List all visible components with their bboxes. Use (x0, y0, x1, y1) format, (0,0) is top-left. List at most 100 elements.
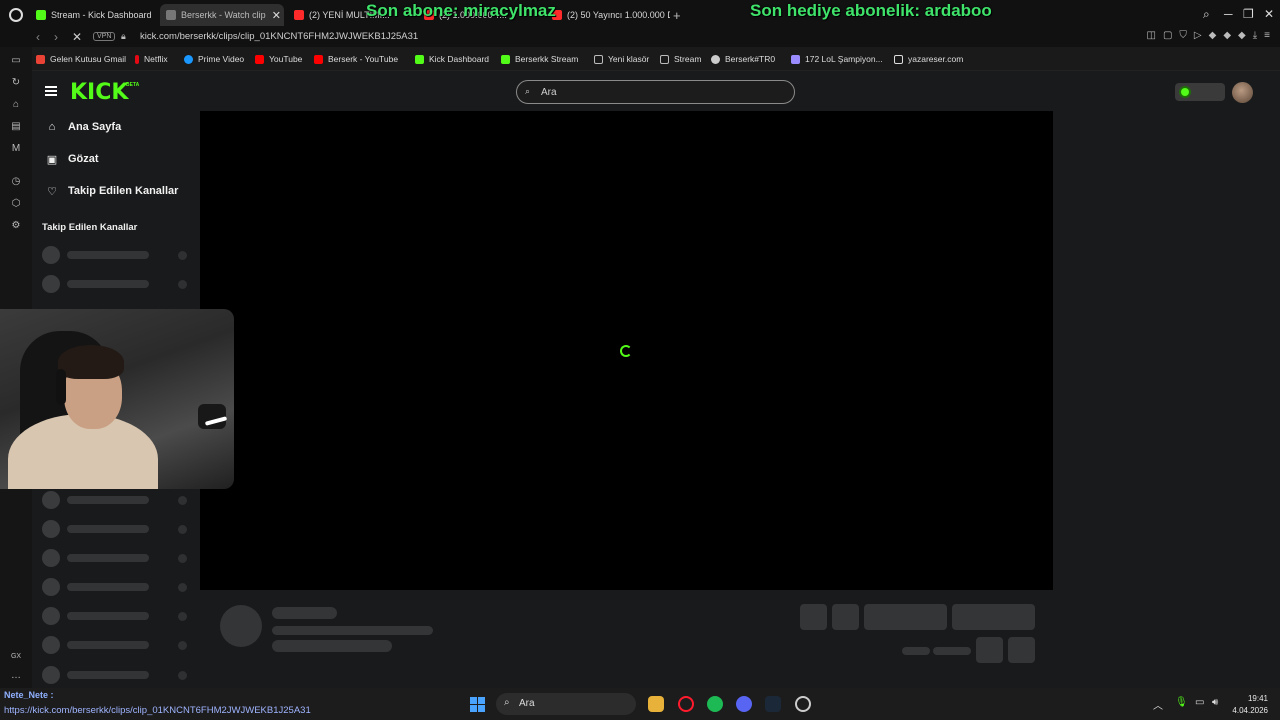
vpn-badge[interactable]: VPN (93, 32, 116, 41)
aria-icon[interactable]: ↻ (10, 77, 22, 89)
youtube-favicon-icon (294, 10, 304, 20)
channel-skeleton (42, 491, 190, 509)
minimize-icon[interactable]: ─ (1224, 7, 1233, 21)
gaming-icon[interactable]: ▭ (10, 55, 22, 67)
more-icon[interactable]: … (10, 670, 22, 682)
channel-skeleton (42, 246, 190, 264)
shield-icon[interactable]: ⛉ (1179, 30, 1187, 41)
browser-tab-strip: Stream - Kick Dashboard Berserkk - Watch… (0, 0, 1280, 29)
crypto-icon[interactable]: ⌂ (10, 99, 22, 111)
extension-icon[interactable]: ◆ (1238, 30, 1246, 41)
clip-page (200, 111, 1280, 688)
play-icon[interactable]: ▷ (1194, 30, 1202, 41)
action-button-skeleton (976, 637, 1003, 663)
camera-icon[interactable]: ◫ (1147, 30, 1156, 41)
nav-following[interactable]: ♡ Takip Edilen Kanallar (46, 182, 178, 200)
settings-icon[interactable]: ⚙ (10, 220, 22, 232)
search-icon: ⌕ (504, 697, 510, 708)
back-icon[interactable]: ‹ (36, 30, 40, 44)
tab-berserkk-clip[interactable]: Berserkk - Watch clip ✕ (160, 4, 284, 26)
snapshot-icon[interactable]: ▢ (1163, 30, 1172, 41)
bookmark-youtube[interactable]: YouTube (255, 54, 302, 64)
bookmark-folder-stream[interactable]: Stream (660, 54, 701, 64)
search-box[interactable]: ⌕ (516, 80, 795, 104)
last-subscriber-overlay: Son abone: miracylmaz (366, 1, 556, 20)
spotify-icon[interactable] (707, 696, 723, 712)
steam-icon[interactable] (765, 696, 781, 712)
menu-icon[interactable]: ≡ (1264, 30, 1270, 41)
channel-skeleton (42, 520, 190, 538)
tab-youtube-3[interactable]: (2) 50 Yayıncı 1.000.000 D (546, 4, 670, 26)
following-section-title: Takip Edilen Kanallar (42, 222, 138, 233)
messenger-icon[interactable]: M (10, 143, 22, 155)
tab-kick-dashboard[interactable]: Stream - Kick Dashboard (30, 4, 156, 26)
extension-icon[interactable]: ◆ (1209, 30, 1217, 41)
extension-icon[interactable]: ◆ (1223, 30, 1231, 41)
beta-badge: BETA (126, 82, 140, 88)
network-icon[interactable]: ▭ (1195, 697, 1204, 708)
action-button-skeleton (864, 604, 947, 630)
system-clock[interactable]: 19:41 4.04.2026 (1230, 693, 1268, 717)
bookmark-prime-video[interactable]: Prime Video (184, 54, 244, 64)
windows-start-icon[interactable] (470, 697, 485, 712)
channel-avatar-skeleton (220, 605, 262, 647)
action-button-skeleton (952, 604, 1035, 630)
search-tabs-icon[interactable]: ⌕ (1203, 7, 1210, 22)
stop-loading-icon[interactable]: ✕ (72, 30, 82, 44)
nav-home[interactable]: ⌂ Ana Sayfa (46, 118, 122, 136)
kick-logo[interactable]: KICK (70, 80, 128, 105)
search-input[interactable] (539, 84, 779, 100)
new-tab-icon[interactable]: + (673, 8, 681, 23)
channel-skeleton (42, 666, 190, 684)
title-skeleton (272, 626, 433, 635)
forward-icon[interactable]: › (54, 30, 58, 44)
bookmark-berserk-youtube[interactable]: Berserk - YouTube (314, 54, 398, 64)
taskbar-search-label: Ara (519, 698, 535, 709)
kick-status-pill[interactable] (1175, 83, 1225, 101)
download-icon[interactable]: ⤓ (1253, 30, 1257, 41)
bookmark-kick-dashboard[interactable]: Kick Dashboard (415, 54, 489, 64)
opera-gx-icon[interactable] (678, 696, 694, 712)
clock-date: 4.04.2026 (1232, 706, 1268, 715)
lol-icon (791, 54, 800, 64)
bookmark-netflix[interactable]: Netflix (135, 54, 168, 64)
action-button-skeleton (1008, 637, 1035, 663)
volume-icon[interactable]: 🔊︎ (1212, 697, 1218, 708)
bookmark-yazareser[interactable]: yazareser.com (894, 54, 963, 64)
video-player[interactable] (200, 111, 1053, 590)
kick-icon (501, 54, 510, 64)
bookmark-berserkk-stream[interactable]: Berserkk Stream (501, 54, 578, 64)
url-field[interactable]: kick.com/berserkk/clips/clip_01KNCNT6FHM… (140, 31, 418, 42)
close-window-icon[interactable]: ✕ (1264, 7, 1274, 21)
tab-title: Stream - Kick Dashboard (51, 10, 152, 20)
tray-overflow-icon[interactable]: ︿ (1153, 697, 1163, 712)
maximize-icon[interactable]: ❐ (1243, 7, 1254, 21)
history-icon[interactable]: ◷ (10, 176, 22, 188)
lock-icon[interactable]: 🔒︎ (121, 31, 126, 42)
youtube-icon (314, 54, 323, 64)
nav-label: Gözat (68, 153, 99, 165)
bookmarks-bar: Gelen Kutusu Gmail Netflix Prime Video Y… (0, 47, 1280, 71)
tab-title: (2) 50 Yayıncı 1.000.000 D (567, 10, 670, 20)
opera-logo-icon[interactable] (9, 8, 23, 22)
bookmark-folder-yeni[interactable]: Yeni klasör (594, 54, 649, 64)
nav-browse[interactable]: ▣ Gözat (46, 150, 99, 168)
clock-time: 19:41 (1247, 694, 1268, 703)
microphone-icon[interactable]: 🎙︎ (1175, 697, 1188, 708)
player-icon[interactable]: ▤ (10, 121, 22, 133)
tab-title: Berserkk - Watch clip (181, 10, 266, 20)
loading-spinner-icon (620, 345, 632, 357)
close-tab-icon[interactable]: ✕ (266, 9, 281, 22)
bookmark-lol-champions[interactable]: 172 LoL Şampiyon... (791, 54, 883, 64)
bookmark-berserk-tr0[interactable]: Berserk#TR0 (711, 54, 775, 64)
hamburger-menu-icon[interactable] (45, 86, 57, 96)
discord-icon[interactable] (736, 696, 752, 712)
chat-overlay-user: Nete_Nete : (4, 690, 54, 700)
file-explorer-icon[interactable] (648, 696, 664, 712)
obs-icon[interactable] (795, 696, 811, 712)
user-avatar[interactable] (1232, 82, 1253, 103)
bookmark-gmail[interactable]: Gelen Kutusu Gmail (36, 54, 126, 64)
extensions-icon[interactable]: ⬡ (10, 198, 22, 210)
gx-corner-icon[interactable]: GX (10, 651, 22, 663)
taskbar-search[interactable]: ⌕ Ara (496, 693, 636, 715)
